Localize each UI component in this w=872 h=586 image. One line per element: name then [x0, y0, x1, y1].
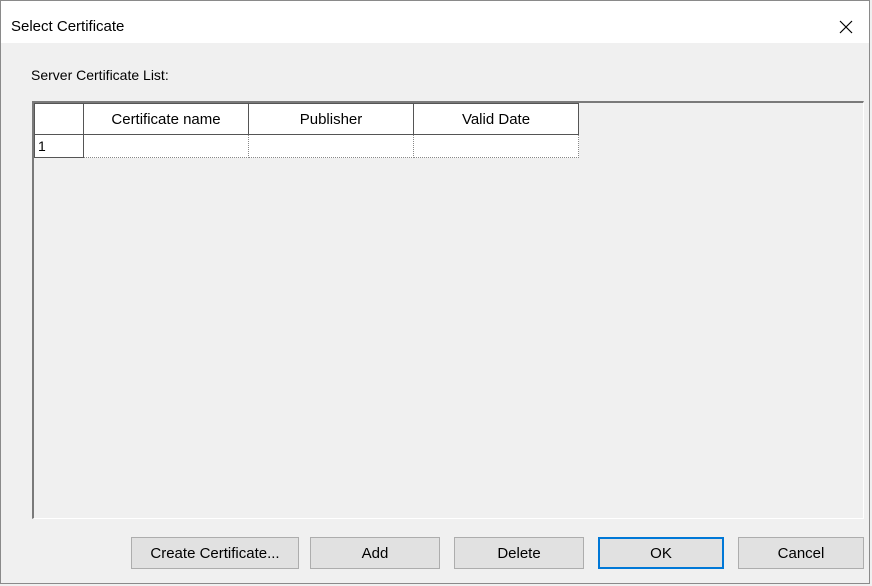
add-button[interactable]: Add	[310, 537, 440, 569]
select-certificate-dialog: Select Certificate Server Certificate Li…	[0, 0, 870, 584]
window-title: Select Certificate	[11, 18, 125, 35]
cancel-button[interactable]: Cancel	[738, 537, 864, 569]
close-icon	[839, 20, 853, 34]
delete-button[interactable]: Delete	[454, 537, 584, 569]
corner-header-cell[interactable]	[34, 103, 84, 135]
close-button[interactable]	[823, 1, 869, 43]
certificate-grid[interactable]: Certificate name Publisher Valid Date 1	[32, 101, 864, 519]
publisher-cell[interactable]	[248, 134, 414, 158]
server-certificate-list-label: Server Certificate List:	[31, 67, 169, 83]
valid-date-cell[interactable]	[413, 134, 579, 158]
ok-button[interactable]: OK	[598, 537, 724, 569]
title-bar: Select Certificate	[1, 1, 869, 43]
column-header-valid-date[interactable]: Valid Date	[413, 103, 579, 135]
certificate-name-cell[interactable]	[83, 134, 249, 158]
certificate-table: Certificate name Publisher Valid Date 1	[34, 103, 579, 158]
column-header-publisher[interactable]: Publisher	[248, 103, 414, 135]
table-row[interactable]: 1	[34, 134, 579, 158]
header-row: Certificate name Publisher Valid Date	[34, 103, 579, 135]
column-header-certificate-name[interactable]: Certificate name	[83, 103, 249, 135]
create-certificate-button[interactable]: Create Certificate...	[131, 537, 299, 569]
row-number-cell[interactable]: 1	[34, 134, 84, 158]
